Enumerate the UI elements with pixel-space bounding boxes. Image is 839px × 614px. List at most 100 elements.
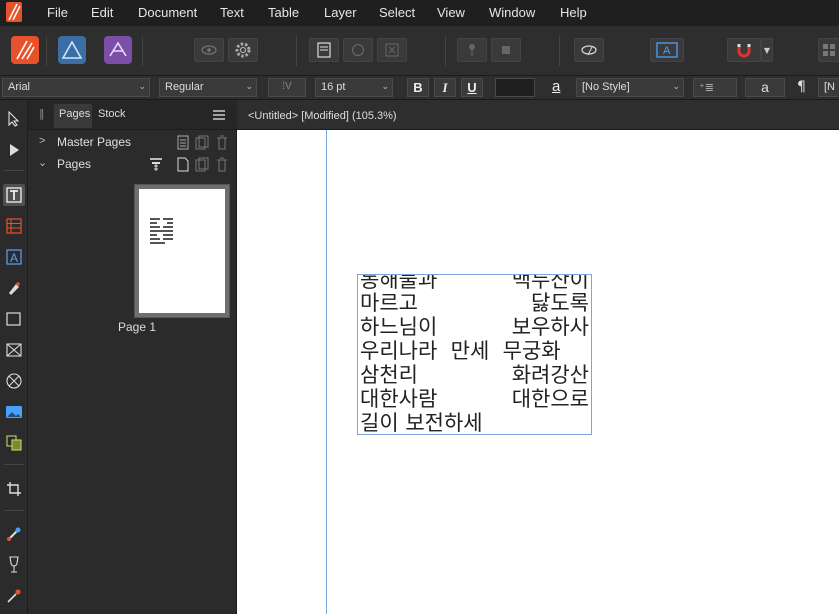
menu-document[interactable]: Document [138,5,197,20]
italic-button[interactable]: I [434,78,456,97]
menu-edit[interactable]: Edit [91,5,113,20]
snapping-dropdown[interactable]: ▼ [761,38,773,62]
text-line-6-left: 대한사람 [360,387,438,411]
text-color-swatch[interactable] [495,78,535,97]
node-tool[interactable] [3,139,25,161]
master-pages-label: Master Pages [57,135,132,149]
text-style-select[interactable]: [No Style] ⌄ [576,78,684,97]
picture-frame-rectangle-tool[interactable] [3,339,25,361]
square-button[interactable] [491,38,521,62]
document-area: <Untitled> [Modified] (105.3%) 동해물과 백두산이… [237,100,839,614]
menu-window[interactable]: Window [489,5,535,20]
artistic-text-icon: A [6,249,22,265]
table-tool[interactable] [3,215,25,237]
hide-view-button[interactable] [574,38,604,62]
character-style-icon[interactable]: a [552,78,560,95]
chevron-down-icon[interactable]: ⌄ [38,156,47,169]
rectangle-icon [6,312,21,326]
menu-text[interactable]: Text [220,5,244,20]
menu-help[interactable]: Help [560,5,587,20]
add-master-icon[interactable] [176,135,190,150]
transparency-tool[interactable] [3,554,25,576]
underline-button[interactable]: U [461,78,483,97]
panel-grip-icon[interactable]: ‖ [39,107,45,120]
snapping-button[interactable] [727,38,761,62]
text-frame-button[interactable]: A [650,38,684,62]
document-tab-title[interactable]: <Untitled> [Modified] (105.3%) [248,110,397,122]
font-style-value: Regular [165,81,204,93]
preview-mode-button[interactable] [194,38,224,62]
chevron-down-icon: ⌄ [138,81,146,91]
svg-text:A: A [10,251,18,265]
circle-tool-button[interactable] [343,38,373,62]
color-picker-tool[interactable] [3,585,25,607]
eye-icon [201,45,217,55]
page-thumbnail[interactable] [134,184,230,318]
settings-button[interactable] [228,38,258,62]
picture-frame-ellipse-tool[interactable] [3,370,25,392]
paragraph-style-button[interactable]: ⁺≣ [693,78,737,97]
character-label: a [761,79,769,95]
tab-pages[interactable]: Pages [59,108,90,120]
eye-slash-icon [581,45,597,56]
text-line-6-right: 대한으로 [511,387,589,411]
pen-tool[interactable] [3,277,25,299]
duplicate-master-icon[interactable] [195,135,209,150]
text-line-5-left: 삼천리 [360,363,418,387]
text-wrap-icon [6,435,22,451]
font-style-select[interactable]: Regular ⌄ [159,78,257,97]
frame-text-tool[interactable] [3,184,25,206]
trash-icon[interactable] [215,157,229,172]
menu-view[interactable]: View [437,5,465,20]
trash-icon[interactable] [215,135,229,150]
picture-frame-icon [6,343,22,357]
photo-persona-button[interactable] [104,36,132,64]
menu-select[interactable]: Select [379,5,415,20]
menu-table[interactable]: Table [268,5,299,20]
font-metrics-button[interactable]: ⁞V [268,78,306,97]
bold-button[interactable]: B [407,78,429,97]
font-size-select[interactable]: 16 pt ⌄ [315,78,393,97]
svg-text:A: A [663,45,671,57]
paragraph-style-select[interactable]: [N [818,78,839,97]
pin-button[interactable] [457,38,487,62]
magnet-icon [737,44,751,58]
menu-file[interactable]: File [47,5,68,20]
margin-guide [326,130,327,614]
crop-tool[interactable] [3,478,25,500]
artistic-text-tool[interactable]: A [3,246,25,268]
tools-panel: A [0,100,28,614]
close-box-icon [385,43,399,57]
add-page-icon[interactable] [176,157,190,172]
document-page[interactable]: 동해물과 백두산이 마르고 닳도록 하느님이 보우하사 우리나라 만세 무궁화 … [237,130,839,614]
tab-stock[interactable]: Stock [98,108,126,120]
grid-icon [823,44,835,56]
square-icon [502,46,510,54]
text-line-2-right: 닳도록 [531,291,589,315]
fill-tool[interactable] [3,523,25,545]
chevron-right-icon[interactable]: > [39,135,45,147]
page-thumbnail-content [139,189,225,313]
panel-menu-icon[interactable] [213,110,225,120]
text-frame[interactable]: 동해물과 백두산이 마르고 닳도록 하느님이 보우하사 우리나라 만세 무궁화 … [357,274,592,435]
menu-bar: File Edit Document Text Table Layer Sele… [0,0,839,26]
pilcrow-icon[interactable]: ¶ [797,79,806,95]
page-setup-button[interactable] [309,38,339,62]
character-button[interactable]: a [745,78,785,97]
chevron-down-icon: ⌄ [381,81,389,91]
text-line-7-left: 길이 보전하세 [360,411,483,435]
place-image-tool[interactable] [3,401,25,423]
duplicate-page-icon[interactable] [195,157,209,172]
designer-persona-button[interactable] [58,36,86,64]
text-wrap-tool[interactable] [3,432,25,454]
rectangle-tool[interactable] [3,308,25,330]
move-tool[interactable] [3,108,25,130]
grid-button[interactable] [818,38,839,62]
close-frame-button[interactable] [377,38,407,62]
master-pages-section[interactable]: > Master Pages [28,132,237,154]
publisher-persona-button[interactable] [11,36,39,64]
page-options-icon[interactable] [149,157,163,172]
pages-section[interactable]: ⌄ Pages [28,154,237,176]
menu-layer[interactable]: Layer [324,5,357,20]
font-family-select[interactable]: Arial ⌄ [2,78,150,97]
